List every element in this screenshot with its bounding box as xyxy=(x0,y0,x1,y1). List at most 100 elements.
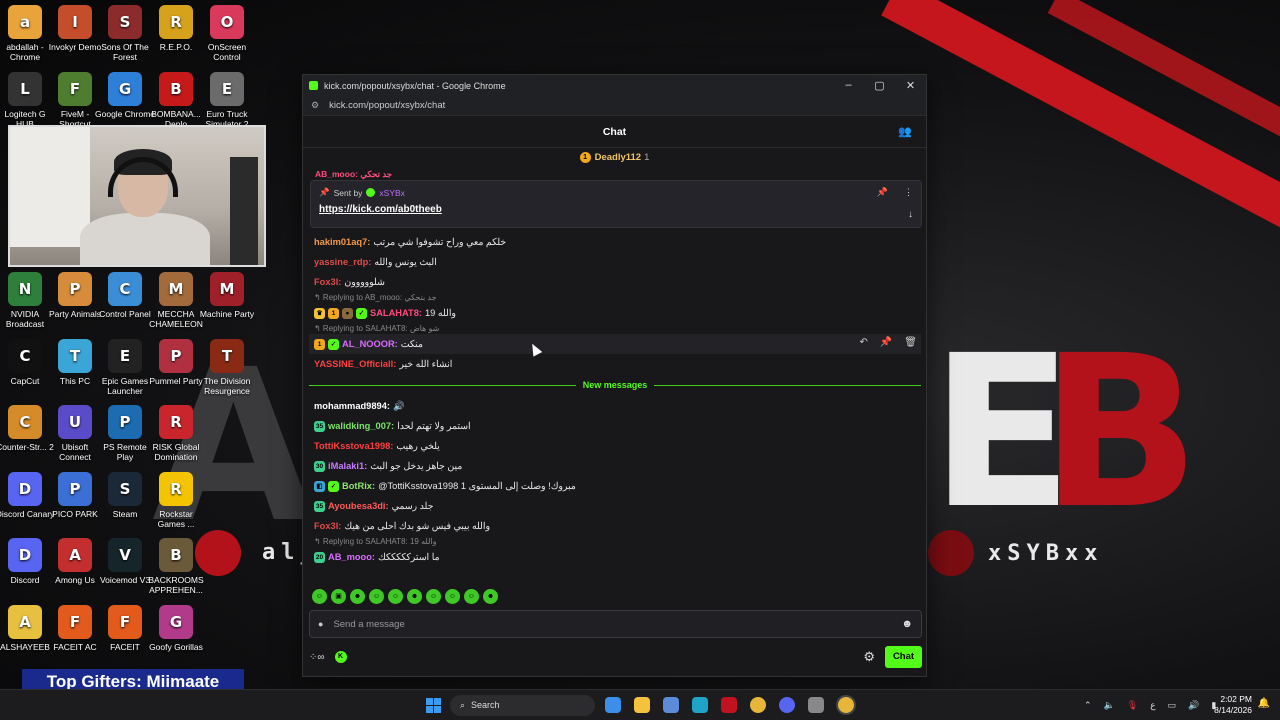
pinned-sender[interactable]: xSYBx xyxy=(379,188,405,198)
chat-message[interactable]: Fox3I: والله بيبي فيس شو بدك احلى من هيك xyxy=(309,516,921,536)
app-icon: T xyxy=(58,339,92,373)
discord-taskbar-icon[interactable] xyxy=(779,697,795,713)
chat-username[interactable]: AL_NOOOR: xyxy=(342,337,398,351)
reply-icon[interactable]: ↶ xyxy=(859,336,867,350)
store-icon[interactable] xyxy=(663,697,679,713)
chat-username[interactable]: Fox3I: xyxy=(314,519,341,533)
chat-username[interactable]: walidking_007: xyxy=(328,419,394,433)
desktop-icon[interactable]: R Rockstar Games ... xyxy=(146,472,206,529)
desktop-icon[interactable]: G Goofy Gorillas xyxy=(146,605,206,652)
crown-badge-icon: ♛ xyxy=(314,307,325,319)
start-button[interactable] xyxy=(426,698,441,713)
minimize-button[interactable]: – xyxy=(833,79,864,92)
message-actions: ↶ 📌 🗑 xyxy=(859,336,917,350)
emote-icon[interactable]: ☺ xyxy=(464,589,479,604)
settings-gear-icon[interactable]: ⚙ xyxy=(863,649,875,665)
speaker-tray-icon[interactable]: 🔈 xyxy=(1104,700,1115,711)
emote-icon[interactable]: ☺ xyxy=(426,589,441,604)
chat-username[interactable]: AB_mooo: xyxy=(328,550,375,564)
taskbar-clock[interactable]: 2:02 PM 8/14/2026 xyxy=(1214,694,1252,716)
chat-input[interactable]: ● Send a message ☻ xyxy=(309,610,922,638)
chat-username[interactable]: YASSINE_Officiall: xyxy=(314,357,396,371)
tray-chevron-icon[interactable]: ⌃ xyxy=(1084,700,1092,711)
chat-username[interactable]: iMalaki1: xyxy=(328,459,367,473)
chrome-active-icon[interactable] xyxy=(838,697,854,713)
send-chat-button[interactable]: Chat xyxy=(885,646,922,668)
emote-icon[interactable]: ☺ xyxy=(312,589,327,604)
emote-icon[interactable]: ☻ xyxy=(350,589,365,604)
users-icon[interactable]: 👥 xyxy=(898,125,912,138)
chat-message[interactable]: 35 Ayoubesa3di: جلد رسمي xyxy=(309,496,921,516)
emote-icon[interactable]: ☻ xyxy=(483,589,498,604)
file-explorer-icon[interactable] xyxy=(634,697,650,713)
reply-context[interactable]: ↰ Replying to SALAHAT8: شو هاض xyxy=(309,323,921,334)
emote-icon[interactable]: ☺ xyxy=(388,589,403,604)
chat-message[interactable]: 30 iMalaki1: مين جاهز يدخل جو البث xyxy=(309,456,921,476)
mic-tray-icon[interactable]: 🎙 xyxy=(1127,700,1138,711)
unpin-icon[interactable]: 📌 xyxy=(877,187,888,198)
chat-message[interactable]: mohammad9894: 🔊 xyxy=(309,396,921,416)
emote-icon[interactable]: ☻ xyxy=(407,589,422,604)
network-icon[interactable]: ▭ xyxy=(1168,700,1177,711)
chat-username[interactable]: Ayoubesa3di: xyxy=(328,499,389,513)
emoji-picker-icon[interactable]: ☻ xyxy=(901,618,913,630)
chat-message[interactable]: Fox3I: شلووووون xyxy=(309,272,921,292)
desktop-icon[interactable]: T The Division Resurgence xyxy=(197,339,257,396)
emote-icon[interactable]: ▣ xyxy=(331,589,346,604)
chat-message[interactable]: YASSINE_Officiall: انشاء الله خير xyxy=(309,354,921,374)
chat-message[interactable]: TottiKsstova1998: يلخي رهيب xyxy=(309,436,921,456)
volume-icon[interactable]: 🔊 xyxy=(1188,700,1199,711)
reply-context[interactable]: ↰ Replying to AB_mooo: جد بتحكي xyxy=(309,292,921,303)
chat-username[interactable]: mohammad9894: xyxy=(314,399,390,413)
notification-bell-icon[interactable]: 🔔 xyxy=(1258,698,1270,709)
chat-username[interactable]: Fox3I: xyxy=(314,275,341,289)
address-bar[interactable]: ⚙ kick.com/popout/xsybx/chat xyxy=(303,96,926,116)
desktop-icon[interactable]: B BACKROOMS APPREHEN... xyxy=(146,538,206,595)
language-indicator[interactable]: ع xyxy=(1150,700,1155,711)
maximize-button[interactable]: ▢ xyxy=(864,79,895,92)
chat-message[interactable]: 35 walidking_007: استمر ولا تهتم لحدا xyxy=(309,416,921,436)
kick-icon[interactable]: K xyxy=(334,651,347,663)
emote-badge-icon: ● xyxy=(342,307,353,319)
chat-username[interactable]: TottiKsstova1998: xyxy=(314,439,393,453)
desktop-icon-label: RISK Global Domination xyxy=(152,442,200,462)
reply-context[interactable]: ↰ Replying to SALAHAT8: والله 19 xyxy=(309,536,921,547)
points-icon[interactable]: ⁘∞ xyxy=(309,652,325,663)
emote-icon[interactable]: ☺ xyxy=(369,589,384,604)
app-icon: A xyxy=(58,538,92,572)
pin-icon: 📌 xyxy=(319,187,330,197)
chat-username[interactable]: SALAHAT8: xyxy=(370,306,422,320)
desktop-icon[interactable]: O OnScreen Control xyxy=(197,5,257,62)
desktop-icon[interactable]: E Euro Truck Simulator 2 xyxy=(197,72,257,129)
pin-message-icon[interactable]: 📌 xyxy=(880,336,892,350)
app-icon: O xyxy=(210,5,244,39)
steam-taskbar-icon[interactable] xyxy=(808,697,824,713)
edge-icon[interactable] xyxy=(692,697,708,713)
chat-message[interactable]: ♛ 1 ● ✓ SALAHAT8: والله 19 xyxy=(309,303,921,323)
chat-username[interactable]: hakim01aq7: xyxy=(314,235,370,249)
emote-icon[interactable]: ☺ xyxy=(445,589,460,604)
chrome-taskbar-icon[interactable] xyxy=(750,697,766,713)
close-button[interactable]: ✕ xyxy=(895,79,926,92)
delete-icon[interactable]: 🗑 xyxy=(904,336,917,350)
desktop-icon[interactable]: R RISK Global Domination xyxy=(146,405,206,462)
chat-message[interactable]: yassine_rdp: البث يونس والله xyxy=(309,252,921,272)
chat-username[interactable]: yassine_rdp: xyxy=(314,255,371,269)
more-options-icon[interactable]: ⋮ xyxy=(904,187,913,198)
chat-message[interactable]: 1 ✓ AL_NOOOR: منكت ↶ 📌 🗑 xyxy=(309,334,921,354)
top-gifter-leaderboard[interactable]: 1 Deadly112 1 xyxy=(303,148,926,166)
app-icon: L xyxy=(8,72,42,106)
pinned-link[interactable]: https://kick.com/ab0theeb xyxy=(319,204,913,215)
netflix-icon[interactable] xyxy=(721,697,737,713)
task-view-icon[interactable] xyxy=(605,697,621,713)
chat-message[interactable]: ◧ ✓ BotRix: @TottiKsstova1998 مبروك! وصلت إ… xyxy=(309,476,921,496)
chat-username[interactable]: BotRix: xyxy=(342,479,375,493)
site-info-icon[interactable]: ⚙ xyxy=(311,100,319,111)
chat-message[interactable]: 20 AB_mooo: ما استركككككك xyxy=(309,547,921,567)
chat-message[interactable]: hakim01aq7: خلكم معي وراح تشوفوا شي مرتب xyxy=(309,232,921,252)
search-icon: ⌕ xyxy=(460,700,466,710)
taskbar-search[interactable]: ⌕ Search xyxy=(450,695,595,716)
expand-chevron-icon[interactable]: ↓ xyxy=(908,209,913,220)
app-icon: a xyxy=(8,5,42,39)
desktop-icon[interactable]: M Machine Party xyxy=(197,272,257,319)
